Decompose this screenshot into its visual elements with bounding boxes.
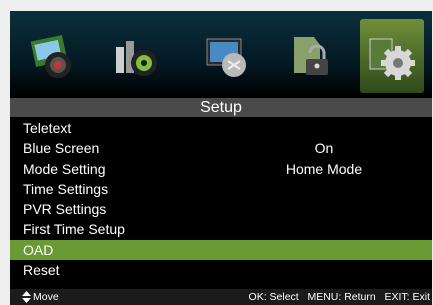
key-hints: OK: Select MENU: Return EXIT: Exit [248, 291, 430, 303]
menu-item-value: Home Mode [285, 160, 363, 177]
menu-item-label: OAD [23, 241, 54, 258]
channel-tab[interactable] [196, 19, 260, 93]
menu-item-label: Reset [23, 262, 60, 279]
menu-item-teletext[interactable]: Teletext [10, 118, 432, 138]
menu-item-label: PVR Settings [23, 201, 107, 218]
setup-gear-icon [369, 38, 415, 80]
footer-hint-bar: Move OK: Select MENU: Return EXIT: Exit [10, 289, 432, 305]
move-hint: Move [22, 289, 59, 305]
menu-item-value: On [314, 140, 334, 157]
menu-item-label: Time Settings [23, 180, 109, 197]
channel-icon [206, 38, 246, 77]
menu-item-time-settings[interactable]: Time Settings [10, 179, 432, 199]
sound-tab[interactable] [104, 19, 168, 93]
menu-item-label: First Time Setup [23, 221, 125, 238]
page-title: Setup [10, 98, 432, 117]
setup-tab[interactable] [360, 19, 424, 93]
setup-menu-list: Teletext Blue Screen On Mode Setting Hom… [10, 118, 432, 280]
tv-menu-screen: Setup Teletext Blue Screen On Mode Setti… [10, 11, 432, 305]
picture-icon [30, 34, 71, 78]
menu-item-label: Mode Setting [23, 160, 106, 177]
picture-tab[interactable] [22, 19, 86, 93]
sound-icon [116, 41, 157, 76]
menu-item-label: Blue Screen [23, 140, 100, 157]
menu-item-label: Teletext [23, 120, 72, 136]
menu-item-oad[interactable]: OAD [10, 239, 432, 261]
lock-icon [294, 37, 328, 75]
lock-tab[interactable] [278, 19, 342, 93]
menu-item-reset[interactable]: Reset [10, 260, 432, 280]
menu-item-mode-setting[interactable]: Mode Setting Home Mode [10, 159, 432, 179]
menu-item-first-time-setup[interactable]: First Time Setup [10, 219, 432, 239]
menu-item-pvr-settings[interactable]: PVR Settings [10, 199, 432, 219]
menu-category-bar [10, 11, 432, 97]
menu-item-blue-screen[interactable]: Blue Screen On [10, 138, 432, 158]
up-down-arrows-icon [22, 291, 31, 303]
move-hint-label: Move [33, 291, 59, 303]
